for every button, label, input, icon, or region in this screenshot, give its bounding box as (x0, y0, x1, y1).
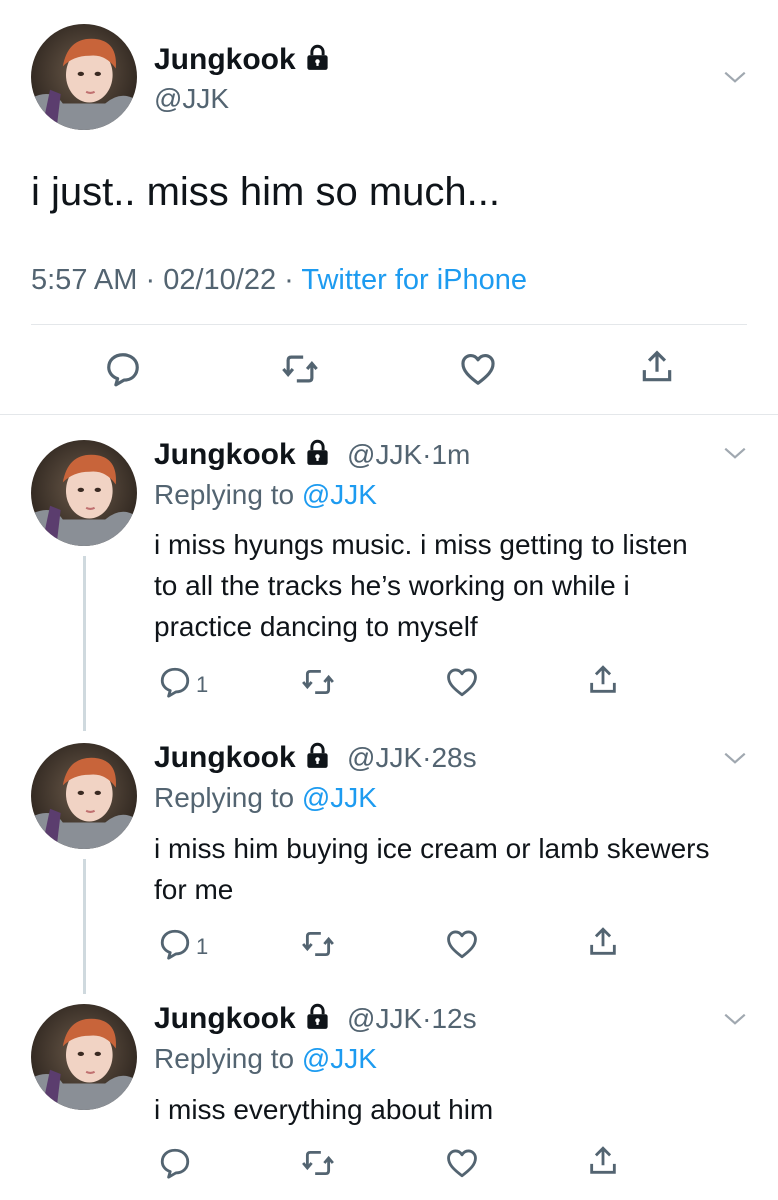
avatar[interactable] (31, 743, 137, 849)
share-button[interactable] (586, 1144, 620, 1183)
lock-icon (304, 1003, 331, 1039)
divider (0, 414, 778, 415)
reply-count: 1 (196, 933, 209, 959)
replying-to-handle[interactable]: @JJK (302, 782, 377, 813)
share-icon (586, 1144, 620, 1183)
like-button[interactable] (444, 665, 480, 704)
like-icon (444, 665, 480, 704)
reply-text: i miss everything about him (154, 1094, 494, 1125)
tweet-meta: 5:57 AM · 02/10/22 · Twitter for iPhone (31, 263, 527, 297)
retweet-button[interactable] (300, 1146, 336, 1185)
author-handle[interactable]: @JJK (347, 439, 422, 470)
replying-to-label: Replying to (154, 1043, 295, 1074)
lock-icon (304, 44, 331, 80)
replying-to: Replying to @JJK (154, 478, 377, 512)
retweet-button[interactable] (300, 927, 336, 966)
reply-button[interactable] (158, 1146, 196, 1185)
chevron-down-icon[interactable] (722, 440, 748, 466)
share-icon (586, 925, 620, 964)
tweet-text: i just.. miss him so much... (31, 170, 500, 214)
reply-text: i miss hyungs music. i miss getting to l… (154, 529, 688, 642)
reply-icon (158, 927, 192, 966)
tweet-time: 5:57 AM (31, 264, 138, 296)
share-icon (638, 348, 676, 391)
lock-icon (304, 439, 331, 475)
meta-separator: · (284, 264, 294, 296)
like-button[interactable] (444, 1146, 480, 1185)
author-name[interactable]: Jungkook (154, 42, 331, 80)
avatar[interactable] (31, 440, 137, 546)
author-name-label[interactable]: Jungkook (154, 438, 296, 471)
chevron-down-icon[interactable] (722, 1006, 748, 1032)
chevron-down-icon[interactable] (722, 745, 748, 771)
retweet-icon (300, 1146, 336, 1185)
avatar[interactable] (31, 24, 137, 130)
like-button[interactable] (444, 927, 480, 966)
reply-age: 28s (431, 742, 477, 773)
reply-age: 1m (431, 439, 471, 470)
thread-line (83, 859, 86, 994)
author-name-label[interactable]: Jungkook (154, 1002, 296, 1035)
reply-header: Jungkook @JJK·28s (154, 740, 477, 778)
reply-button[interactable]: 1 (158, 927, 208, 966)
retweet-icon (300, 927, 336, 966)
author-handle[interactable]: @JJK (154, 82, 229, 116)
reply-icon (158, 665, 192, 704)
reply-button[interactable]: 1 (158, 665, 208, 704)
replying-to: Replying to @JJK (154, 1042, 377, 1076)
retweet-button[interactable] (280, 350, 320, 393)
reply-button[interactable] (104, 350, 142, 393)
lock-icon (304, 742, 331, 778)
chevron-down-icon[interactable] (722, 64, 748, 90)
replying-to-label: Replying to (154, 782, 295, 813)
tweet-date: 02/10/22 (163, 264, 277, 296)
author-handle[interactable]: @JJK (347, 742, 422, 773)
reply-icon (104, 350, 142, 393)
like-button[interactable] (458, 350, 498, 393)
retweet-icon (280, 350, 320, 393)
author-handle[interactable]: @JJK (347, 1003, 422, 1034)
retweet-button[interactable] (300, 665, 336, 704)
tweet-source[interactable]: Twitter for iPhone (301, 264, 527, 296)
reply-icon (158, 1146, 192, 1185)
meta-separator: · (145, 264, 156, 296)
reply-text: i miss him buying ice cream or lamb skew… (154, 833, 710, 905)
reply-header: Jungkook @JJK·1m (154, 437, 470, 475)
share-icon (586, 663, 620, 702)
retweet-icon (300, 665, 336, 704)
replying-to-label: Replying to (154, 479, 295, 510)
replying-to-handle[interactable]: @JJK (302, 1043, 377, 1074)
like-icon (458, 350, 498, 393)
thread-line (83, 556, 86, 731)
divider (31, 324, 747, 325)
share-button[interactable] (586, 663, 620, 702)
author-name-label: Jungkook (154, 43, 296, 76)
reply-header: Jungkook @JJK·12s (154, 1001, 477, 1039)
author-name-label[interactable]: Jungkook (154, 741, 296, 774)
replying-to: Replying to @JJK (154, 781, 377, 815)
reply-count: 1 (196, 671, 209, 697)
share-button[interactable] (638, 348, 676, 391)
replying-to-handle[interactable]: @JJK (302, 479, 377, 510)
share-button[interactable] (586, 925, 620, 964)
like-icon (444, 1146, 480, 1185)
avatar[interactable] (31, 1004, 137, 1110)
like-icon (444, 927, 480, 966)
reply-age: 12s (431, 1003, 477, 1034)
